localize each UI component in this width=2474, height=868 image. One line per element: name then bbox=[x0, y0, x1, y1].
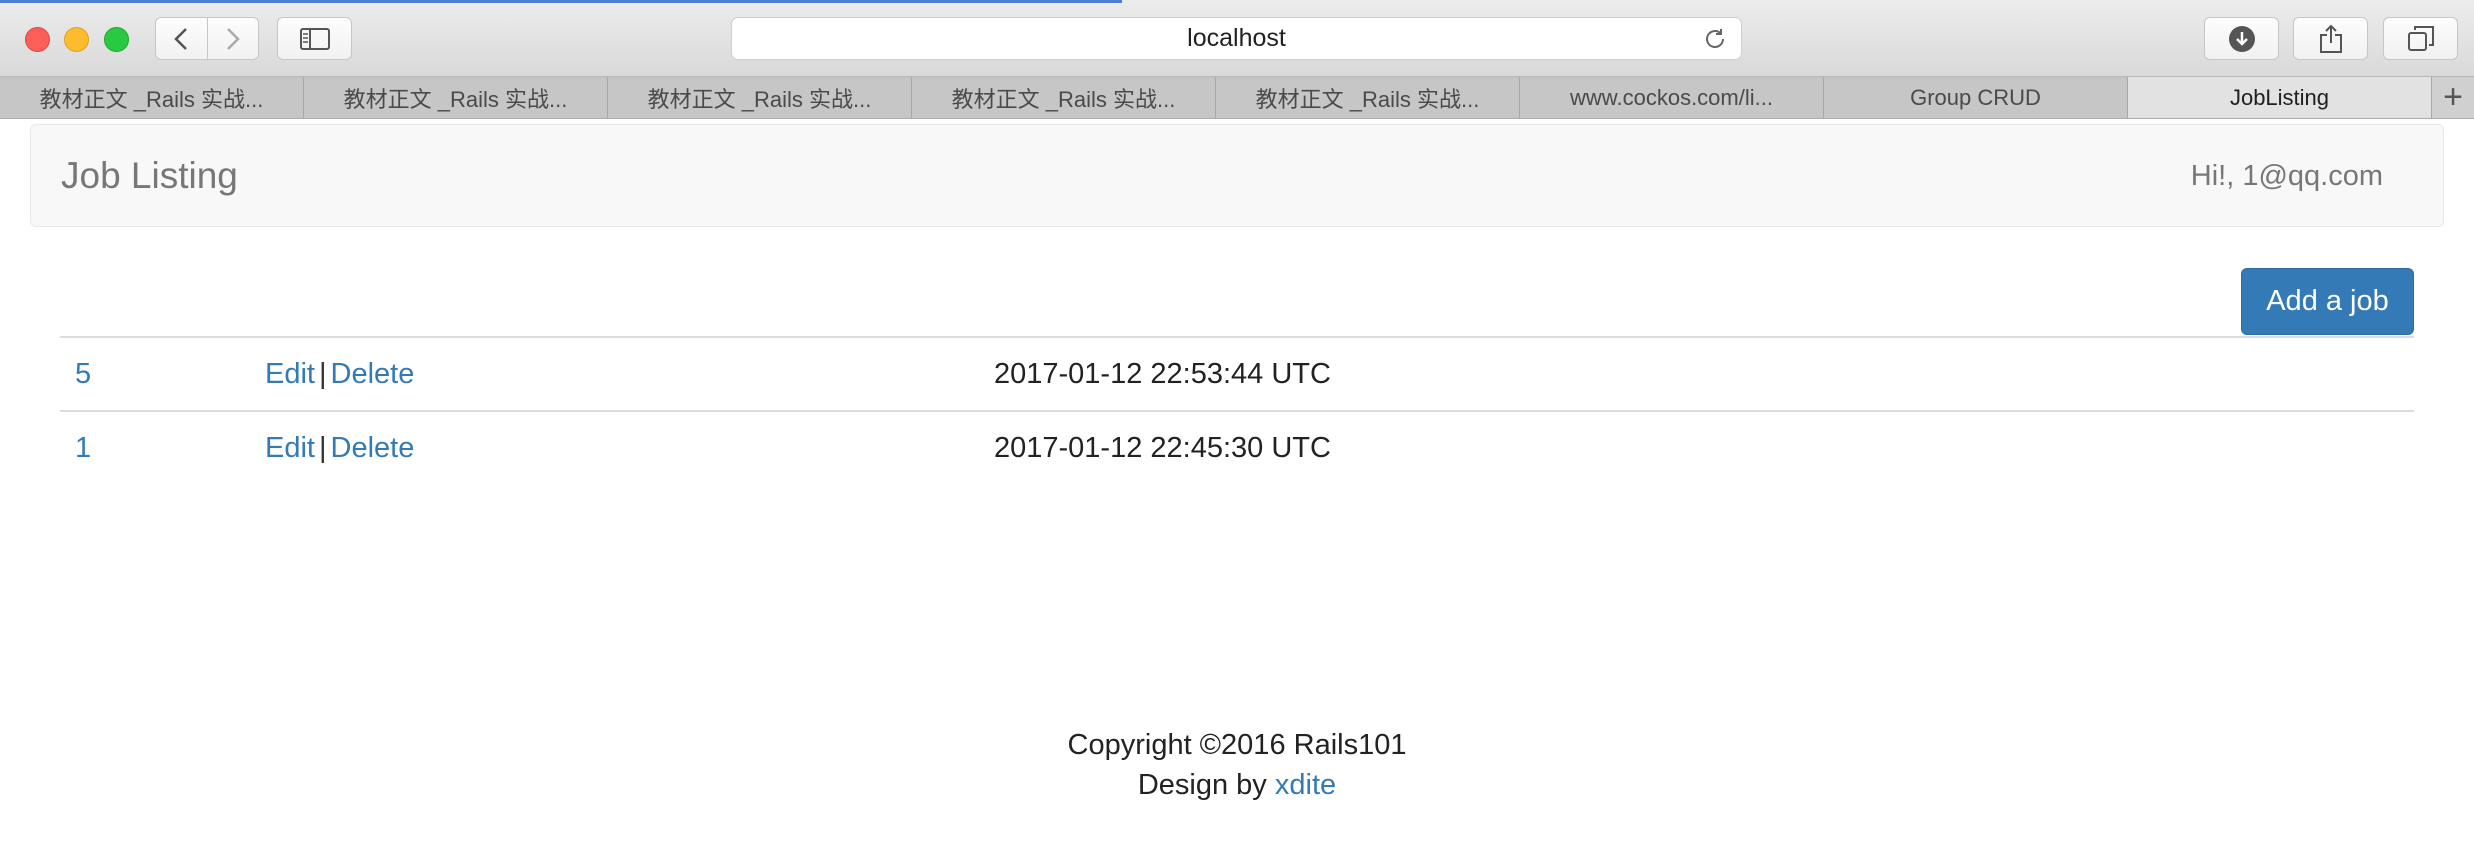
action-separator: | bbox=[318, 432, 327, 464]
new-tab-button[interactable]: + bbox=[2432, 77, 2474, 118]
close-window-button[interactable] bbox=[25, 27, 50, 52]
tab-label: 教材正文 _Rails 实战... bbox=[951, 86, 1176, 112]
page-load-progress bbox=[0, 0, 1122, 3]
back-button[interactable] bbox=[156, 18, 207, 59]
add-job-button[interactable]: Add a job bbox=[2241, 268, 2414, 335]
edit-job-link[interactable]: Edit bbox=[265, 358, 315, 390]
designer-link[interactable]: xdite bbox=[1275, 769, 1336, 801]
tab-label: www.cockos.com/li... bbox=[1570, 84, 1773, 110]
browser-tab-active[interactable]: JobListing bbox=[2128, 77, 2432, 118]
download-icon bbox=[2228, 25, 2255, 52]
sidebar-icon bbox=[299, 27, 330, 50]
edit-job-link[interactable]: Edit bbox=[265, 432, 315, 464]
job-created-at: 2017-01-12 22:45:30 UTC bbox=[994, 432, 1331, 464]
chevron-left-icon bbox=[174, 27, 188, 50]
footer-credit: Design by xdite bbox=[0, 765, 2474, 805]
job-actions: Edit | Delete bbox=[265, 432, 414, 465]
browser-tab[interactable]: Group CRUD bbox=[1824, 77, 2128, 118]
footer-copyright: Copyright ©2016 Rails101 bbox=[1067, 729, 1407, 761]
address-bar[interactable]: localhost bbox=[731, 17, 1742, 60]
browser-tab[interactable]: 教材正文 _Rails 实战... bbox=[912, 77, 1216, 118]
jobs-table: 5 Edit | Delete 2017-01-12 22:53:44 UTC 1 … bbox=[60, 336, 2414, 484]
delete-job-link[interactable]: Delete bbox=[331, 432, 415, 464]
sidebar-toggle-button[interactable] bbox=[277, 17, 352, 60]
zoom-window-button[interactable] bbox=[104, 27, 129, 52]
job-created-at: 2017-01-12 22:53:44 UTC bbox=[994, 358, 1331, 390]
browser-tab[interactable]: 教材正文 _Rails 实战... bbox=[608, 77, 912, 118]
user-greeting[interactable]: Hi!, 1@qq.com bbox=[2191, 160, 2383, 193]
action-separator: | bbox=[318, 358, 327, 390]
browser-titlebar: localhost bbox=[0, 0, 2474, 77]
tab-label: 教材正文 _Rails 实战... bbox=[647, 86, 872, 112]
page-footer: Copyright ©2016 Rails101 Design by xdite bbox=[0, 725, 2474, 805]
tab-label: 教材正文 _Rails 实战... bbox=[1255, 86, 1480, 112]
browser-tab[interactable]: www.cockos.com/li... bbox=[1520, 77, 1824, 118]
footer-design-by: Design by bbox=[1137, 769, 1267, 801]
tab-label: Group CRUD bbox=[1910, 84, 2041, 110]
navbar-brand[interactable]: Job Listing bbox=[61, 155, 238, 197]
minimize-window-button[interactable] bbox=[64, 27, 89, 52]
browser-tab[interactable]: 教材正文 _Rails 实战... bbox=[304, 77, 608, 118]
table-row: 5 Edit | Delete 2017-01-12 22:53:44 UTC bbox=[60, 336, 2414, 410]
share-icon bbox=[2319, 24, 2342, 53]
tab-label: 教材正文 _Rails 实战... bbox=[39, 86, 264, 112]
forward-button[interactable] bbox=[206, 18, 259, 59]
delete-job-link[interactable]: Delete bbox=[331, 358, 415, 390]
tabs-overview-icon bbox=[2407, 25, 2434, 51]
tab-label: 教材正文 _Rails 实战... bbox=[343, 86, 568, 112]
job-id-link[interactable]: 5 bbox=[75, 358, 91, 391]
chevron-right-icon bbox=[226, 27, 240, 50]
address-text: localhost bbox=[1187, 24, 1286, 52]
plus-icon: + bbox=[2443, 78, 2463, 116]
history-nav-group bbox=[155, 17, 259, 60]
downloads-button[interactable] bbox=[2204, 17, 2279, 60]
table-row: 1 Edit | Delete 2017-01-12 22:45:30 UTC bbox=[60, 410, 2414, 484]
browser-tab[interactable]: 教材正文 _Rails 实战... bbox=[0, 77, 304, 118]
job-id-link[interactable]: 1 bbox=[75, 432, 91, 465]
job-actions: Edit | Delete bbox=[265, 358, 414, 391]
tab-label: JobListing bbox=[2229, 84, 2330, 110]
reload-icon[interactable] bbox=[1703, 27, 1727, 51]
site-navbar: Job Listing Hi!, 1@qq.com bbox=[30, 124, 2444, 227]
tab-strip: 教材正文 _Rails 实战... 教材正文 _Rails 实战... 教材正文… bbox=[0, 77, 2474, 119]
browser-tab[interactable]: 教材正文 _Rails 实战... bbox=[1216, 77, 1520, 118]
show-all-tabs-button[interactable] bbox=[2383, 17, 2458, 60]
share-button[interactable] bbox=[2293, 17, 2368, 60]
